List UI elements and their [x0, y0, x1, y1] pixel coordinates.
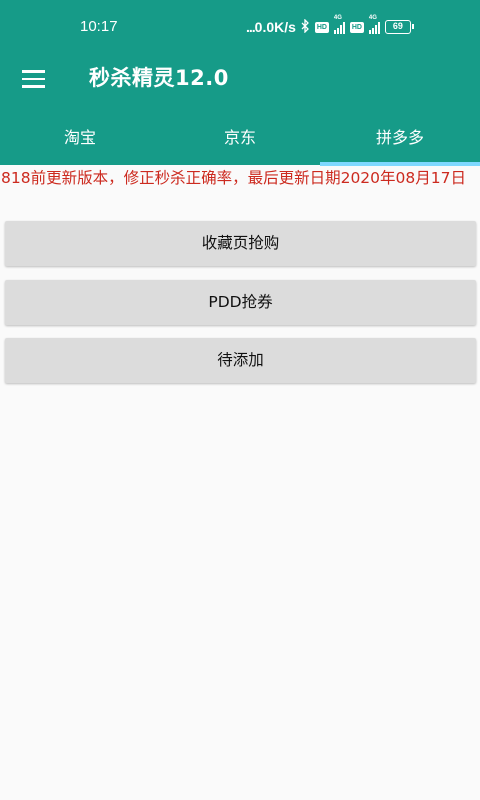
- bluetooth-icon: [301, 17, 310, 36]
- status-indicators: ...0.0K/s HD 4G HD 4G 69: [246, 15, 414, 37]
- signal-4g-icon: 4G: [333, 15, 345, 34]
- battery-icon: 69: [384, 20, 414, 34]
- tab-jingdong[interactable]: 京东: [160, 112, 320, 165]
- tab-bar: 淘宝 京东 拼多多: [0, 112, 480, 166]
- app-title: 秒杀精灵12.0: [89, 66, 229, 90]
- hd-icon: HD: [349, 21, 364, 33]
- update-notice: 818前更新版本，修正秒杀正确率，最后更新日期2020年08月17日: [1, 169, 466, 187]
- net-speed: ...0.0K/s: [246, 19, 296, 35]
- signal-4g-icon: 4G: [368, 15, 380, 34]
- app-header: 10:17 ...0.0K/s HD 4G HD 4G 69 秒杀精灵12.0 …: [0, 0, 480, 166]
- status-bar: 10:17 ...0.0K/s HD 4G HD 4G 69: [0, 0, 480, 56]
- menu-icon[interactable]: [22, 66, 48, 92]
- tab-taobao[interactable]: 淘宝: [0, 112, 160, 165]
- tab-pinduoduo[interactable]: 拼多多: [320, 112, 480, 166]
- to-be-added-button[interactable]: 待添加: [5, 338, 476, 383]
- status-time: 10:17: [80, 18, 118, 35]
- favorites-rush-buy-button[interactable]: 收藏页抢购: [5, 221, 476, 266]
- pdd-coupon-button[interactable]: PDD抢券: [5, 280, 476, 325]
- toolbar: 秒杀精灵12.0: [0, 56, 480, 112]
- hd-icon: HD: [314, 21, 329, 33]
